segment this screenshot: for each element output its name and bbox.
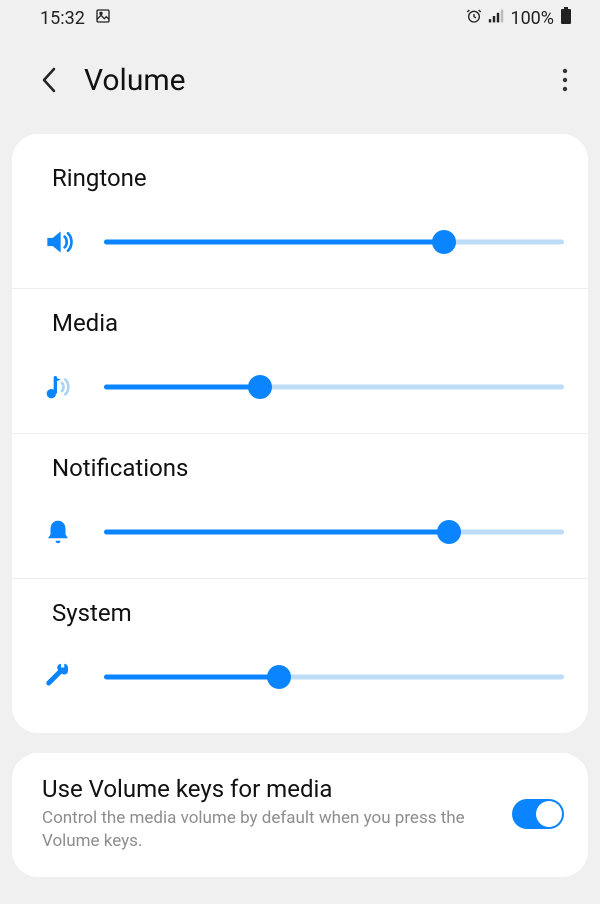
- ringtone-icon: [38, 222, 78, 262]
- notifications-icon: [38, 512, 78, 552]
- battery-icon: [560, 7, 572, 30]
- system-label: System: [52, 599, 564, 627]
- volume-keys-media-toggle[interactable]: [512, 799, 564, 829]
- alarm-icon: [466, 8, 482, 29]
- page-title: Volume: [84, 63, 550, 98]
- volume-sliders-card: Ringtone Media Notifications: [12, 134, 588, 733]
- overflow-menu-button[interactable]: [550, 60, 580, 100]
- status-time: 15:32: [40, 8, 85, 29]
- volume-keys-media-row[interactable]: Use Volume keys for media Control the me…: [12, 753, 588, 877]
- media-icon: [38, 367, 78, 407]
- signal-icon: [488, 8, 504, 29]
- system-icon: [38, 657, 78, 697]
- ringtone-label: Ringtone: [52, 164, 564, 192]
- more-vertical-icon: [562, 68, 568, 92]
- notifications-label: Notifications: [52, 454, 564, 482]
- chevron-left-icon: [40, 65, 60, 95]
- ringtone-slider[interactable]: [104, 230, 564, 254]
- status-bar: 15:32 100%: [0, 0, 600, 36]
- option-title: Use Volume keys for media: [42, 775, 496, 803]
- system-row: System: [12, 579, 588, 723]
- picture-icon: [95, 8, 111, 29]
- page-header: Volume: [0, 36, 600, 134]
- media-row: Media: [12, 289, 588, 434]
- notifications-row: Notifications: [12, 434, 588, 579]
- system-slider[interactable]: [104, 665, 564, 689]
- media-slider[interactable]: [104, 375, 564, 399]
- ringtone-row: Ringtone: [12, 144, 588, 289]
- option-description: Control the media volume by default when…: [42, 807, 496, 853]
- battery-text: 100%: [510, 8, 554, 29]
- notifications-slider[interactable]: [104, 520, 564, 544]
- back-button[interactable]: [30, 60, 70, 100]
- media-label: Media: [52, 309, 564, 337]
